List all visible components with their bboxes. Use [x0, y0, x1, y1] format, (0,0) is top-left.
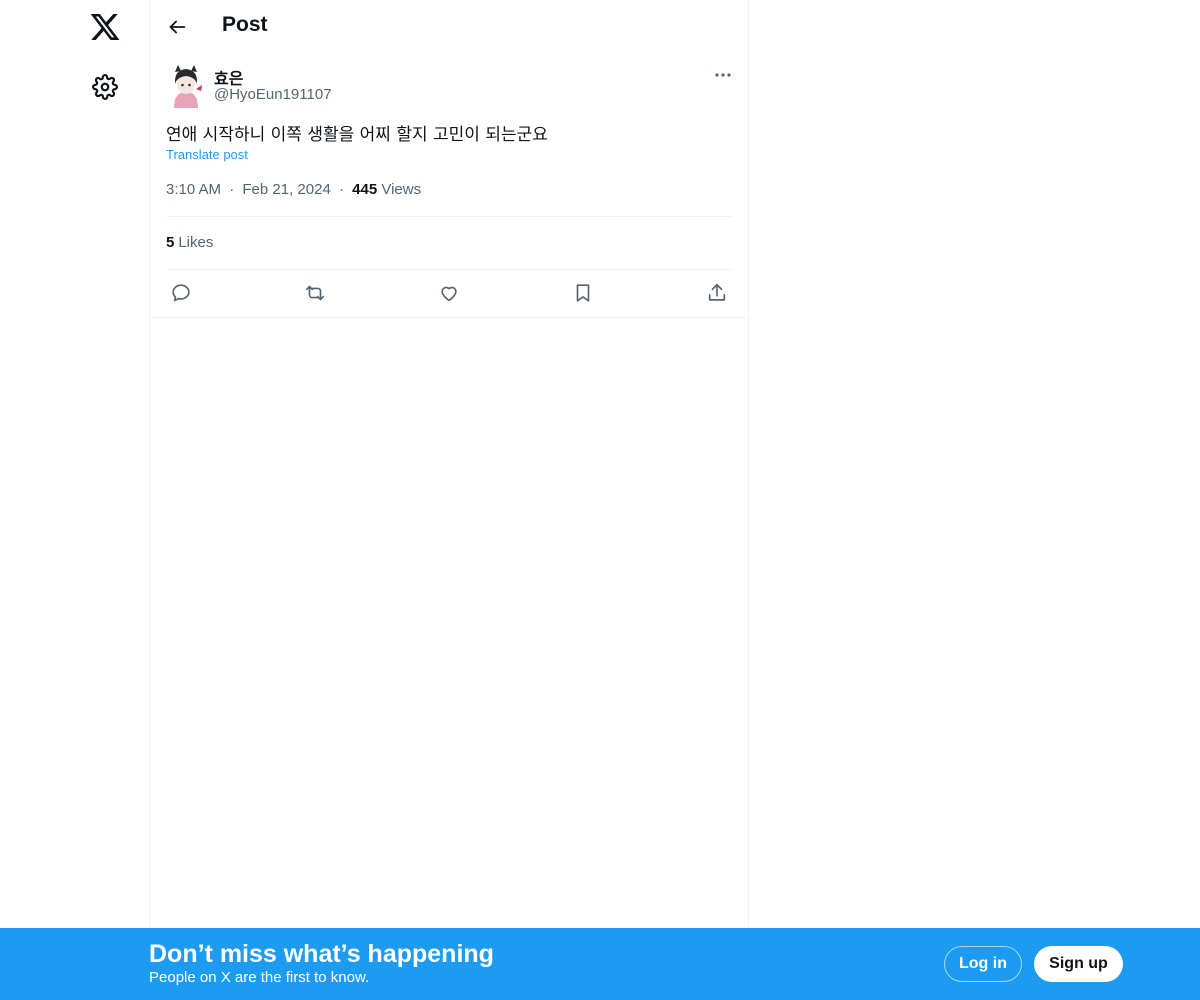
more-options-icon[interactable]: [712, 66, 734, 84]
repost-icon: [305, 285, 325, 301]
divider: [150, 317, 748, 318]
login-button[interactable]: Log in: [944, 946, 1022, 982]
post-meta: 3:10 AM · Feb 21, 2024 · 445 Views: [166, 181, 421, 198]
share-icon: [708, 283, 726, 301]
left-nav: [0, 0, 150, 1000]
gear-icon[interactable]: [92, 74, 118, 100]
share-button[interactable]: [705, 281, 729, 305]
x-logo-icon[interactable]: [89, 11, 121, 43]
repost-button[interactable]: [303, 281, 327, 305]
translate-post-link[interactable]: Translate post: [166, 147, 248, 162]
meta-separator: ·: [229, 181, 235, 198]
like-button[interactable]: [437, 281, 461, 305]
views-count: 445: [352, 181, 378, 198]
meta-separator: ·: [338, 181, 344, 198]
divider: [166, 216, 733, 217]
post-text: 연애 시작하니 이쪽 생활을 어찌 할지 고민이 되는군요: [166, 125, 548, 145]
back-arrow-icon[interactable]: [166, 16, 188, 38]
reply-icon: [172, 284, 190, 302]
post-date[interactable]: Feb 21, 2024: [242, 181, 330, 198]
post-column: Post 효은 @HyoEun191107 연애 시작하니 이쪽 생활을 어찌 …: [149, 0, 749, 1000]
signup-button[interactable]: Sign up: [1034, 946, 1123, 982]
post-time[interactable]: 3:10 AM: [166, 181, 221, 198]
banner-title: Don’t miss what’s happening: [149, 940, 494, 968]
avatar[interactable]: [166, 62, 206, 108]
divider: [166, 269, 733, 270]
page-title: Post: [222, 13, 268, 36]
likes-link[interactable]: 5 Likes: [166, 234, 213, 251]
banner-subtitle: People on X are the first to know.: [149, 969, 370, 986]
author-handle[interactable]: @HyoEun191107: [214, 86, 332, 103]
bookmark-icon: [576, 284, 590, 302]
like-icon: [441, 286, 457, 302]
likes-label: Likes: [178, 234, 214, 251]
post-header: Post: [150, 0, 748, 54]
views-label: Views: [381, 181, 422, 198]
bookmark-button[interactable]: [571, 281, 595, 305]
likes-count: 5: [166, 234, 175, 251]
reply-button[interactable]: [169, 281, 193, 305]
